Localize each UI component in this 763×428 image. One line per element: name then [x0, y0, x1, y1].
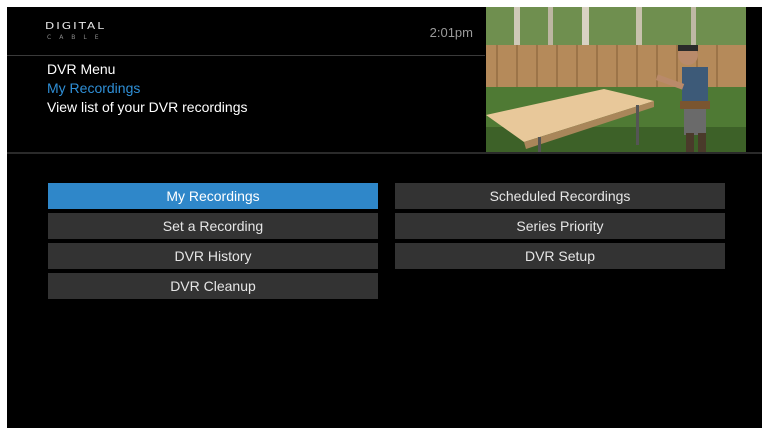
logo-main-text: DIGITAL — [45, 20, 106, 32]
series-priority-button[interactable]: Series Priority — [395, 213, 725, 239]
scheduled-recordings-button[interactable]: Scheduled Recordings — [395, 183, 725, 209]
current-item-label: My Recordings — [47, 80, 141, 96]
header: DIGITAL CABLE 2:01pm DVR Menu My Recordi… — [7, 7, 762, 152]
dvr-setup-button[interactable]: DVR Setup — [395, 243, 725, 269]
live-tv-preview — [486, 7, 746, 152]
header-bottom-divider — [7, 152, 762, 154]
header-divider — [7, 55, 485, 56]
clock: 2:01pm — [429, 25, 473, 40]
dvr-history-button[interactable]: DVR History — [48, 243, 378, 269]
menu-title: DVR Menu — [47, 61, 116, 77]
digital-cable-logo: DIGITAL CABLE — [45, 20, 155, 46]
logo-sub-text: CABLE — [47, 34, 107, 41]
live-tv-preview-image — [486, 7, 746, 152]
my-recordings-button[interactable]: My Recordings — [48, 183, 378, 209]
tv-screen: DIGITAL CABLE 2:01pm DVR Menu My Recordi… — [7, 7, 762, 428]
set-a-recording-button[interactable]: Set a Recording — [48, 213, 378, 239]
item-description: View list of your DVR recordings — [47, 99, 248, 115]
dvr-cleanup-button[interactable]: DVR Cleanup — [48, 273, 378, 299]
